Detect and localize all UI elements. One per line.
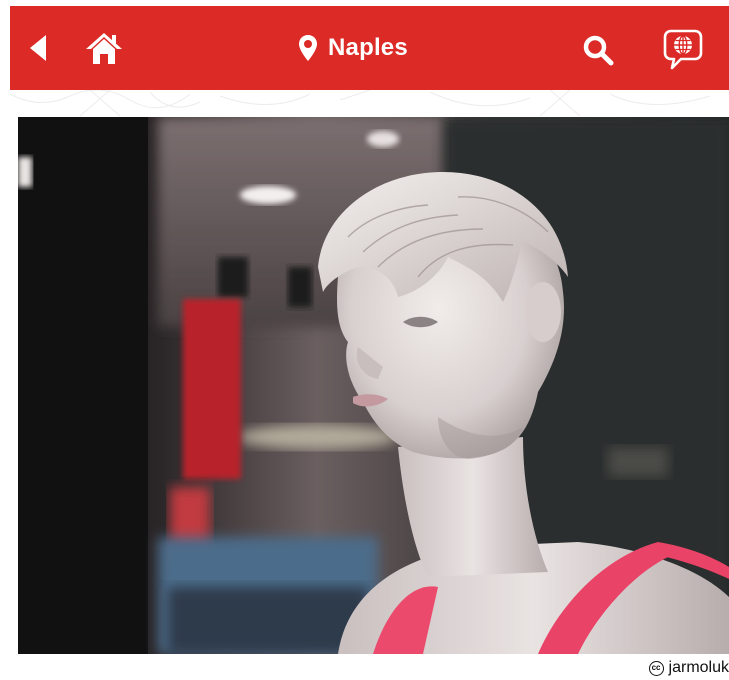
search-button[interactable]: [578, 30, 618, 70]
back-arrow-icon: [30, 35, 46, 61]
map-pin-icon: [299, 35, 317, 61]
language-button[interactable]: [660, 26, 706, 72]
home-icon: [86, 33, 122, 64]
app-screen: Naples cc jarmoluk: [0, 0, 729, 680]
search-icon: [583, 35, 614, 66]
location-selector[interactable]: Naples: [298, 28, 408, 68]
photo-credit-author: jarmoluk: [668, 659, 729, 676]
mannequin-photo: [18, 117, 729, 654]
creative-commons-icon: cc: [648, 660, 664, 676]
decorative-pattern: [10, 90, 729, 118]
hero-photo: [18, 117, 729, 654]
location-title: Naples: [328, 34, 408, 61]
home-button[interactable]: [82, 30, 126, 66]
photo-credit[interactable]: cc jarmoluk: [648, 658, 729, 678]
globe-speech-bubble-icon: [663, 29, 703, 70]
back-button[interactable]: [22, 32, 54, 64]
top-navigation-bar: Naples: [10, 6, 729, 90]
